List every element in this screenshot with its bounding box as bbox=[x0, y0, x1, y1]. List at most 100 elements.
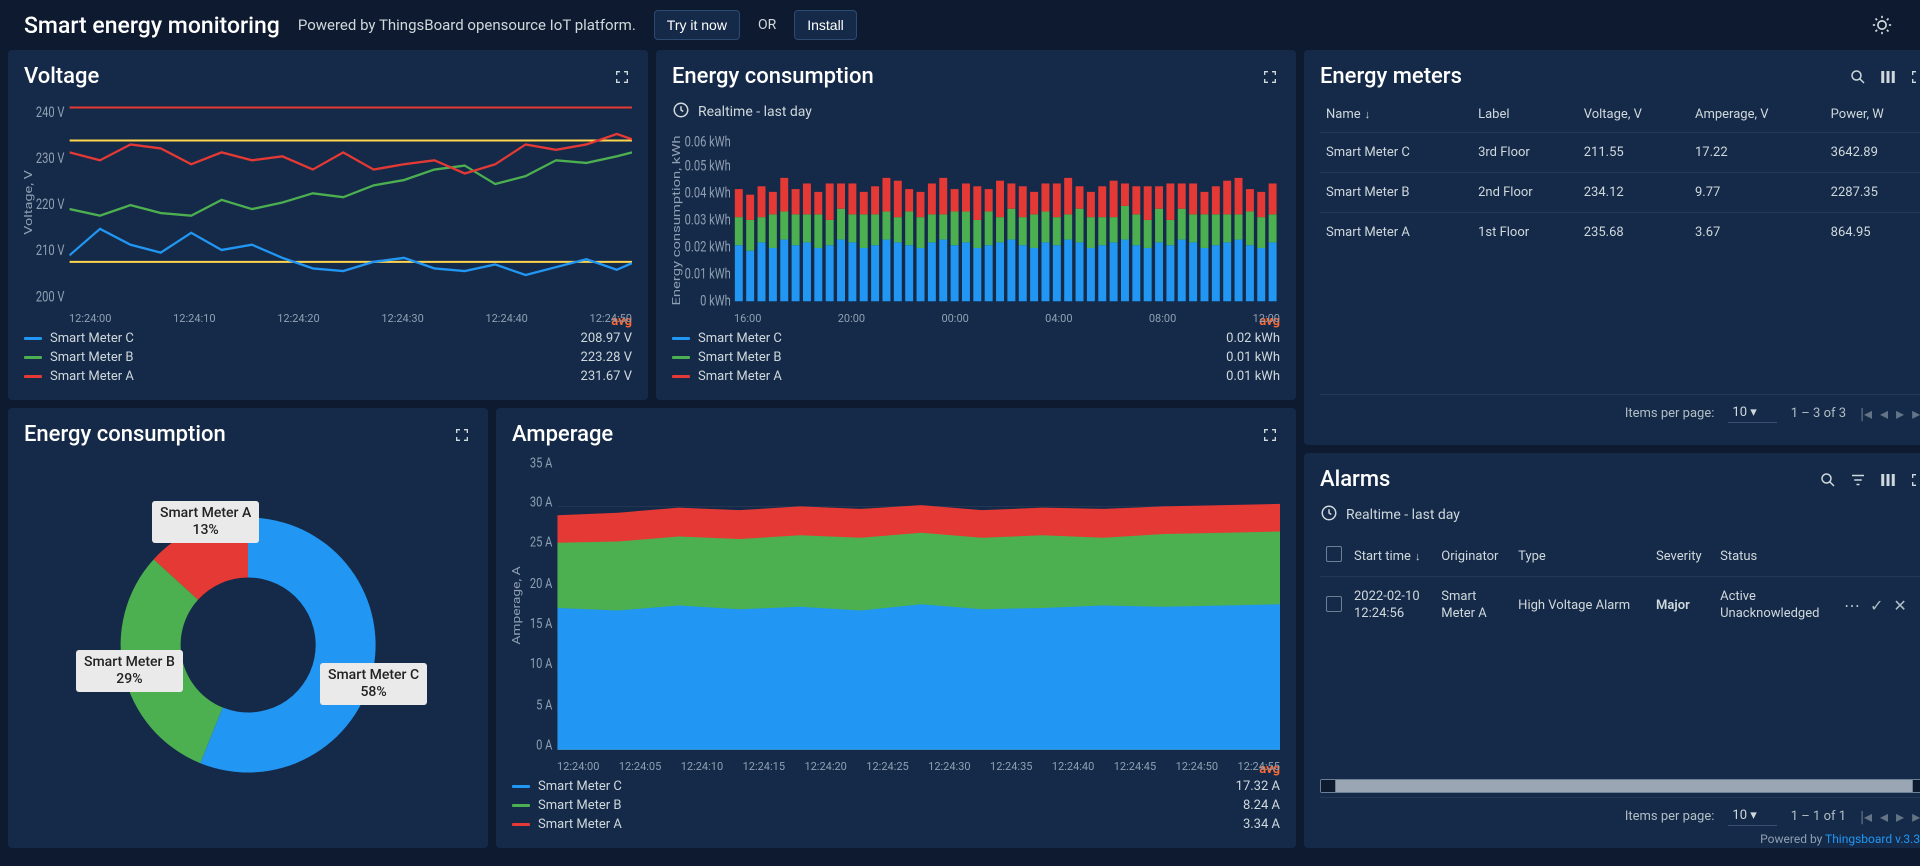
legend-item[interactable]: Smart Meter C17.32 A bbox=[512, 777, 1280, 796]
legend-item[interactable]: Smart Meter A3.34 A bbox=[512, 815, 1280, 834]
voltage-title: Voltage bbox=[24, 64, 99, 89]
amperage-title: Amperage bbox=[512, 422, 613, 447]
donut-panel: Energy consumption Smart Meter A13% Smar… bbox=[8, 408, 488, 848]
page-last-icon[interactable]: ▸| bbox=[1912, 807, 1920, 826]
donut-label-c: Smart Meter C58% bbox=[320, 663, 427, 705]
page-first-icon[interactable]: |◂ bbox=[1860, 807, 1872, 826]
legend-item[interactable]: Smart Meter B223.28 V bbox=[24, 348, 632, 367]
select-all-checkbox[interactable] bbox=[1326, 546, 1342, 562]
page-last-icon[interactable]: ▸| bbox=[1912, 404, 1920, 423]
row-checkbox[interactable] bbox=[1326, 596, 1342, 612]
items-per-page-select[interactable]: 10 ▾ bbox=[1728, 806, 1776, 826]
amperage-chart: Amperage, A 0 A 5 A 10 A 15 A 20 A 25 A … bbox=[512, 455, 1280, 756]
svg-text:230 V: 230 V bbox=[36, 151, 65, 168]
page-next-icon[interactable]: ▸ bbox=[1896, 404, 1904, 423]
donut-title: Energy consumption bbox=[24, 422, 226, 447]
col-type[interactable]: Type bbox=[1512, 536, 1650, 577]
fullscreen-icon[interactable] bbox=[1260, 425, 1280, 445]
svg-text:200 V: 200 V bbox=[36, 289, 65, 306]
svg-text:Voltage, V: Voltage, V bbox=[24, 169, 36, 235]
svg-text:0.01 kWh: 0.01 kWh bbox=[685, 266, 731, 283]
col-power[interactable]: Power, W bbox=[1825, 97, 1920, 133]
legend-item[interactable]: Smart Meter C0.02 kWh bbox=[672, 329, 1280, 348]
svg-text:15 A: 15 A bbox=[530, 616, 552, 633]
fullscreen-icon[interactable] bbox=[452, 425, 472, 445]
page-prev-icon[interactable]: ◂ bbox=[1880, 807, 1888, 826]
svg-text:0 A: 0 A bbox=[536, 738, 552, 755]
meters-pager: Items per page: 10 ▾ 1 – 3 of 3 |◂ ◂ ▸ ▸… bbox=[1320, 394, 1920, 431]
horizontal-scrollbar[interactable] bbox=[1320, 779, 1920, 793]
svg-text:35 A: 35 A bbox=[530, 455, 552, 472]
alarms-pager: Items per page: 10 ▾ 1 – 1 of 1 |◂ ◂ ▸ ▸… bbox=[1320, 797, 1920, 834]
footer: Powered by Thingsboard v.3.3.4 bbox=[1760, 832, 1920, 846]
legend-item[interactable]: Smart Meter C208.97 V bbox=[24, 329, 632, 348]
col-voltage[interactable]: Voltage, V bbox=[1578, 97, 1689, 133]
table-row[interactable]: Smart Meter C3rd Floor211.5517.223642.89 bbox=[1320, 133, 1920, 173]
theme-toggle-icon[interactable] bbox=[1868, 11, 1896, 39]
svg-text:Energy consumption, kWh: Energy consumption, kWh bbox=[672, 135, 684, 305]
svg-text:0.06 kWh: 0.06 kWh bbox=[685, 134, 731, 151]
page-next-icon[interactable]: ▸ bbox=[1896, 807, 1904, 826]
alarms-table: Start time↓ Originator Type Severity Sta… bbox=[1320, 536, 1920, 635]
columns-icon[interactable] bbox=[1878, 470, 1898, 490]
page-subtitle: Powered by ThingsBoard opensource IoT pl… bbox=[298, 16, 636, 34]
energy-bar-panel: Energy consumption Realtime - last day E… bbox=[656, 50, 1296, 400]
fullscreen-icon[interactable] bbox=[1908, 67, 1920, 87]
clock-icon bbox=[672, 101, 690, 123]
page-prev-icon[interactable]: ◂ bbox=[1880, 404, 1888, 423]
fullscreen-icon[interactable] bbox=[1908, 470, 1920, 490]
svg-text:20 A: 20 A bbox=[530, 576, 552, 593]
clear-icon[interactable]: ✕ bbox=[1893, 596, 1906, 615]
svg-text:210 V: 210 V bbox=[36, 243, 65, 260]
sort-desc-icon: ↓ bbox=[1365, 108, 1371, 121]
col-start[interactable]: Start time↓ bbox=[1348, 536, 1435, 577]
realtime-label[interactable]: Realtime - last day bbox=[698, 104, 812, 120]
items-per-page-select[interactable]: 10 ▾ bbox=[1728, 403, 1776, 423]
fullscreen-icon[interactable] bbox=[612, 67, 632, 87]
filter-icon[interactable] bbox=[1848, 470, 1868, 490]
alarms-panel: Alarms Realtime - last day Start time↓ O… bbox=[1304, 453, 1920, 848]
table-row[interactable]: Smart Meter A1st Floor235.683.67864.95 bbox=[1320, 213, 1920, 253]
install-button[interactable]: Install bbox=[794, 10, 857, 40]
legend-item[interactable]: Smart Meter A0.01 kWh bbox=[672, 367, 1280, 386]
alarm-row[interactable]: 2022-02-1012:24:56 SmartMeter A High Vol… bbox=[1320, 577, 1920, 635]
more-icon[interactable]: ⋯ bbox=[1844, 596, 1860, 615]
col-status[interactable]: Status bbox=[1714, 536, 1838, 577]
svg-text:0 kWh: 0 kWh bbox=[700, 293, 731, 308]
page-title: Smart energy monitoring bbox=[24, 12, 280, 39]
col-severity[interactable]: Severity bbox=[1650, 536, 1714, 577]
try-it-now-button[interactable]: Try it now bbox=[654, 10, 740, 40]
svg-text:0.03 kWh: 0.03 kWh bbox=[685, 212, 731, 229]
topbar: Smart energy monitoring Powered by Thing… bbox=[0, 0, 1920, 50]
search-icon[interactable] bbox=[1848, 67, 1868, 87]
search-icon[interactable] bbox=[1818, 470, 1838, 490]
version-link[interactable]: Thingsboard v.3.3.4 bbox=[1825, 832, 1920, 846]
svg-text:0.05 kWh: 0.05 kWh bbox=[685, 158, 731, 175]
svg-text:5 A: 5 A bbox=[536, 697, 552, 714]
voltage-panel: Voltage Voltage, V 200 V 210 V 220 V 230… bbox=[8, 50, 648, 400]
amperage-panel: Amperage Amperage, A 0 A 5 A 10 A 15 A 2… bbox=[496, 408, 1296, 848]
page-first-icon[interactable]: |◂ bbox=[1860, 404, 1872, 423]
col-originator[interactable]: Originator bbox=[1435, 536, 1512, 577]
energy-bar-chart: Energy consumption, kWh 0 kWh 0.01 kWh 0… bbox=[672, 133, 1280, 308]
svg-text:0.04 kWh: 0.04 kWh bbox=[685, 185, 731, 202]
legend-item[interactable]: Smart Meter A231.67 V bbox=[24, 367, 632, 386]
columns-icon[interactable] bbox=[1878, 67, 1898, 87]
col-label[interactable]: Label bbox=[1472, 97, 1578, 133]
realtime-label[interactable]: Realtime - last day bbox=[1346, 507, 1460, 523]
table-row[interactable]: Smart Meter B2nd Floor234.129.772287.35 bbox=[1320, 173, 1920, 213]
col-amperage[interactable]: Amperage, V bbox=[1689, 97, 1825, 133]
donut-label-b: Smart Meter B29% bbox=[76, 650, 183, 692]
donut-chart: Smart Meter A13% Smart Meter B29% Smart … bbox=[24, 455, 472, 834]
fullscreen-icon[interactable] bbox=[1260, 67, 1280, 87]
meters-title: Energy meters bbox=[1320, 64, 1462, 89]
legend-item[interactable]: Smart Meter B0.01 kWh bbox=[672, 348, 1280, 367]
svg-text:10 A: 10 A bbox=[530, 656, 552, 673]
donut-label-a: Smart Meter A13% bbox=[152, 501, 259, 543]
svg-text:Amperage, A: Amperage, A bbox=[512, 566, 524, 644]
ack-icon[interactable]: ✓ bbox=[1870, 596, 1883, 615]
legend-item[interactable]: Smart Meter B8.24 A bbox=[512, 796, 1280, 815]
energy-bar-title: Energy consumption bbox=[672, 64, 874, 89]
col-name[interactable]: Name↓ bbox=[1320, 97, 1472, 133]
meters-panel: Energy meters Name↓ Label Voltage, V Amp… bbox=[1304, 50, 1920, 445]
